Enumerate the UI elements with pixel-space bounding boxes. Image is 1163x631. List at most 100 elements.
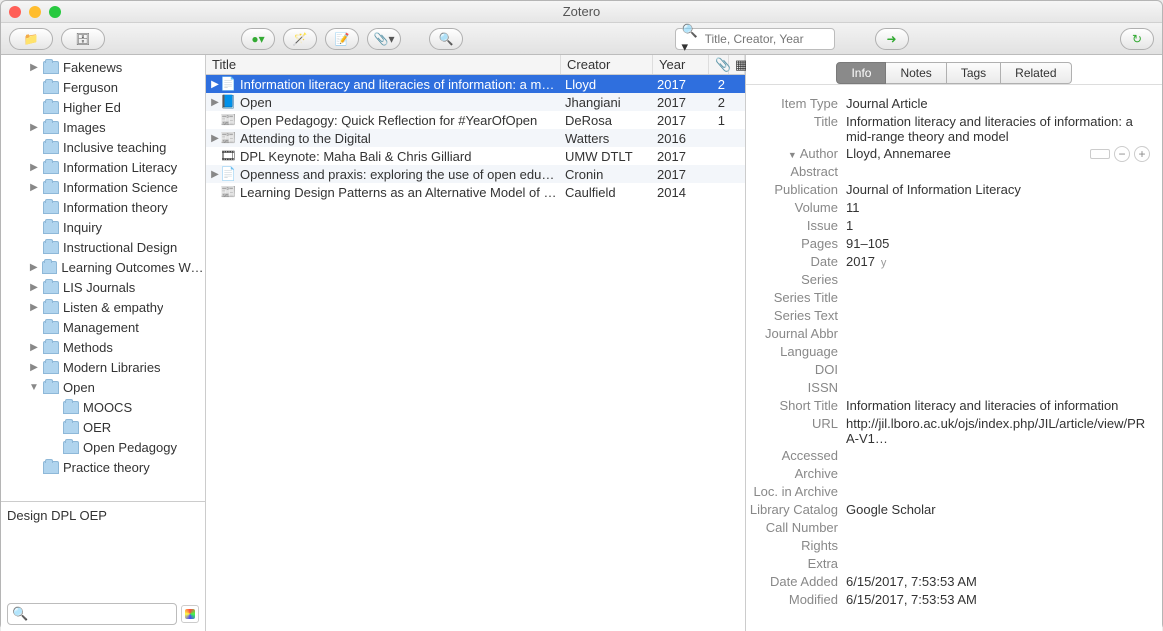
search-box[interactable]: 🔍▾ bbox=[675, 28, 835, 50]
item-row[interactable]: ▶📄Openness and praxis: exploring the use… bbox=[206, 165, 745, 183]
item-type-icon: 📄 bbox=[220, 166, 236, 182]
item-row[interactable]: ▶📄Information literacy and literacies of… bbox=[206, 75, 745, 93]
field-value[interactable]: http://jil.lboro.ac.uk/ojs/index.php/JIL… bbox=[846, 416, 1150, 446]
column-year[interactable]: Year bbox=[653, 55, 709, 74]
column-title[interactable]: Title bbox=[206, 55, 561, 74]
field-label: Publication bbox=[746, 182, 846, 197]
disclosure-triangle[interactable]: ▶ bbox=[206, 169, 220, 180]
new-note-button[interactable]: 📝 bbox=[325, 28, 359, 50]
field-value[interactable]: Information literacy and literacies of i… bbox=[846, 398, 1150, 413]
disclosure-triangle[interactable]: ▶ bbox=[29, 162, 39, 173]
search-input[interactable] bbox=[705, 32, 828, 46]
tag-list[interactable]: Design DPL OEP bbox=[7, 508, 199, 603]
item-title: DPL Keynote: Maha Bali & Chris Gilliard bbox=[236, 149, 561, 164]
field-value[interactable]: Information literacy and literacies of i… bbox=[846, 114, 1150, 144]
disclosure-triangle[interactable]: ▶ bbox=[29, 182, 39, 193]
tab-info[interactable]: Info bbox=[836, 62, 886, 84]
close-window-button[interactable] bbox=[9, 6, 21, 18]
collection-folder[interactable]: ▶Modern Libraries bbox=[1, 357, 205, 377]
collection-folder[interactable]: MOOCS bbox=[1, 397, 205, 417]
column-attachments[interactable]: 📎 bbox=[709, 55, 729, 74]
field-value[interactable]: 1 bbox=[846, 218, 1150, 233]
disclosure-triangle[interactable]: ▶ bbox=[29, 262, 38, 273]
tab-related[interactable]: Related bbox=[1001, 62, 1071, 84]
collection-folder[interactable]: Open Pedagogy bbox=[1, 437, 205, 457]
add-creator-button[interactable]: + bbox=[1134, 146, 1150, 162]
disclosure-triangle[interactable]: ▶ bbox=[29, 342, 39, 353]
folder-label: Information theory bbox=[63, 200, 168, 215]
collection-folder[interactable]: Management bbox=[1, 317, 205, 337]
collection-folder[interactable]: ▶ Information Science bbox=[1, 177, 205, 197]
field-value[interactable]: Google Scholar bbox=[846, 502, 1150, 517]
collection-folder[interactable]: ▶Information Literacy bbox=[1, 157, 205, 177]
new-item-button[interactable]: ●▾ bbox=[241, 28, 275, 50]
collection-folder[interactable]: ▶LIS Journals bbox=[1, 277, 205, 297]
add-attachment-button[interactable]: 📎▾ bbox=[367, 28, 401, 50]
collection-folder[interactable]: Ferguson bbox=[1, 77, 205, 97]
collection-folder[interactable]: ▶Images bbox=[1, 117, 205, 137]
field-value[interactable]: 2017y bbox=[846, 254, 1150, 269]
disclosure-triangle[interactable]: ▼ bbox=[29, 382, 39, 393]
field-value[interactable]: Journal Article bbox=[846, 96, 1150, 111]
add-by-identifier-button[interactable]: 🪄 bbox=[283, 28, 317, 50]
tag-search-input[interactable] bbox=[32, 607, 172, 621]
tab-notes[interactable]: Notes bbox=[886, 62, 946, 84]
collection-folder[interactable]: Inquiry bbox=[1, 217, 205, 237]
field-label: Pages bbox=[746, 236, 846, 251]
advanced-search-button[interactable]: 🔍 bbox=[429, 28, 463, 50]
collection-folder[interactable]: Practice theory bbox=[1, 457, 205, 477]
field-value[interactable]: 91–105 bbox=[846, 236, 1150, 251]
new-collection-button[interactable]: 📁 bbox=[9, 28, 53, 50]
field-value[interactable]: 6/15/2017, 7:53:53 AM bbox=[846, 574, 1150, 589]
field-value[interactable]: Lloyd, Annemaree bbox=[846, 146, 1090, 161]
collection-folder[interactable]: ▶Listen & empathy bbox=[1, 297, 205, 317]
column-header[interactable]: Title Creator Year 📎 ▦ bbox=[206, 55, 745, 75]
disclosure-triangle[interactable]: ▶ bbox=[29, 62, 39, 73]
column-creator[interactable]: Creator bbox=[561, 55, 653, 74]
metadata-row: Item TypeJournal Article bbox=[746, 95, 1150, 113]
locate-button[interactable]: ➜ bbox=[875, 28, 909, 50]
collection-folder[interactable]: ▶Learning Outcomes Wor… bbox=[1, 257, 205, 277]
collection-folder[interactable]: ▶Fakenews bbox=[1, 57, 205, 77]
item-type-icon: 📰 bbox=[220, 130, 236, 146]
disclosure-triangle[interactable]: ▶ bbox=[206, 133, 220, 144]
item-row[interactable]: ▶📰Attending to the DigitalWatters2016 bbox=[206, 129, 745, 147]
folder-label: Information Science bbox=[63, 180, 178, 195]
new-library-button[interactable]: 🗄 bbox=[61, 28, 105, 50]
tag-search[interactable]: 🔍 bbox=[7, 603, 177, 625]
collection-folder[interactable]: Information theory bbox=[1, 197, 205, 217]
tab-tags[interactable]: Tags bbox=[947, 62, 1001, 84]
field-label: Series Text bbox=[746, 308, 846, 323]
item-row[interactable]: ▶📘OpenJhangiani20172 bbox=[206, 93, 745, 111]
item-row[interactable]: 📰Learning Design Patterns as an Alternat… bbox=[206, 183, 745, 201]
collection-folder[interactable]: Inclusive teaching bbox=[1, 137, 205, 157]
collection-folder[interactable]: OER bbox=[1, 417, 205, 437]
folder-label: Inquiry bbox=[63, 220, 102, 235]
field-label: DOI bbox=[746, 362, 846, 377]
sync-button[interactable]: ↻ bbox=[1120, 28, 1154, 50]
field-value[interactable]: Journal of Information Literacy bbox=[846, 182, 1150, 197]
disclosure-triangle[interactable]: ▶ bbox=[29, 362, 39, 373]
field-value[interactable]: 11 bbox=[846, 200, 1150, 215]
tag-options-button[interactable] bbox=[181, 605, 199, 623]
collection-folder[interactable]: ▼Open bbox=[1, 377, 205, 397]
collections-tree[interactable]: ▶FakenewsFergusonHigher Ed▶ImagesInclusi… bbox=[1, 55, 205, 501]
column-options[interactable]: ▦ bbox=[729, 55, 745, 74]
remove-creator-button[interactable]: − bbox=[1114, 146, 1130, 162]
disclosure-triangle[interactable]: ▶ bbox=[29, 122, 39, 133]
disclosure-triangle[interactable]: ▶ bbox=[206, 79, 220, 90]
collection-folder[interactable]: Higher Ed bbox=[1, 97, 205, 117]
item-year: 2017 bbox=[653, 95, 709, 110]
item-row[interactable]: 🎞DPL Keynote: Maha Bali & Chris Gilliard… bbox=[206, 147, 745, 165]
minimize-window-button[interactable] bbox=[29, 6, 41, 18]
disclosure-triangle[interactable]: ▶ bbox=[29, 302, 39, 313]
field-label: Issue bbox=[746, 218, 846, 233]
creator-type-toggle[interactable] bbox=[1090, 149, 1110, 159]
disclosure-triangle[interactable]: ▶ bbox=[206, 97, 220, 108]
item-row[interactable]: 📰Open Pedagogy: Quick Reflection for #Ye… bbox=[206, 111, 745, 129]
collection-folder[interactable]: ▶Methods bbox=[1, 337, 205, 357]
field-value[interactable]: 6/15/2017, 7:53:53 AM bbox=[846, 592, 1150, 607]
disclosure-triangle[interactable]: ▶ bbox=[29, 282, 39, 293]
fullscreen-window-button[interactable] bbox=[49, 6, 61, 18]
collection-folder[interactable]: Instructional Design bbox=[1, 237, 205, 257]
